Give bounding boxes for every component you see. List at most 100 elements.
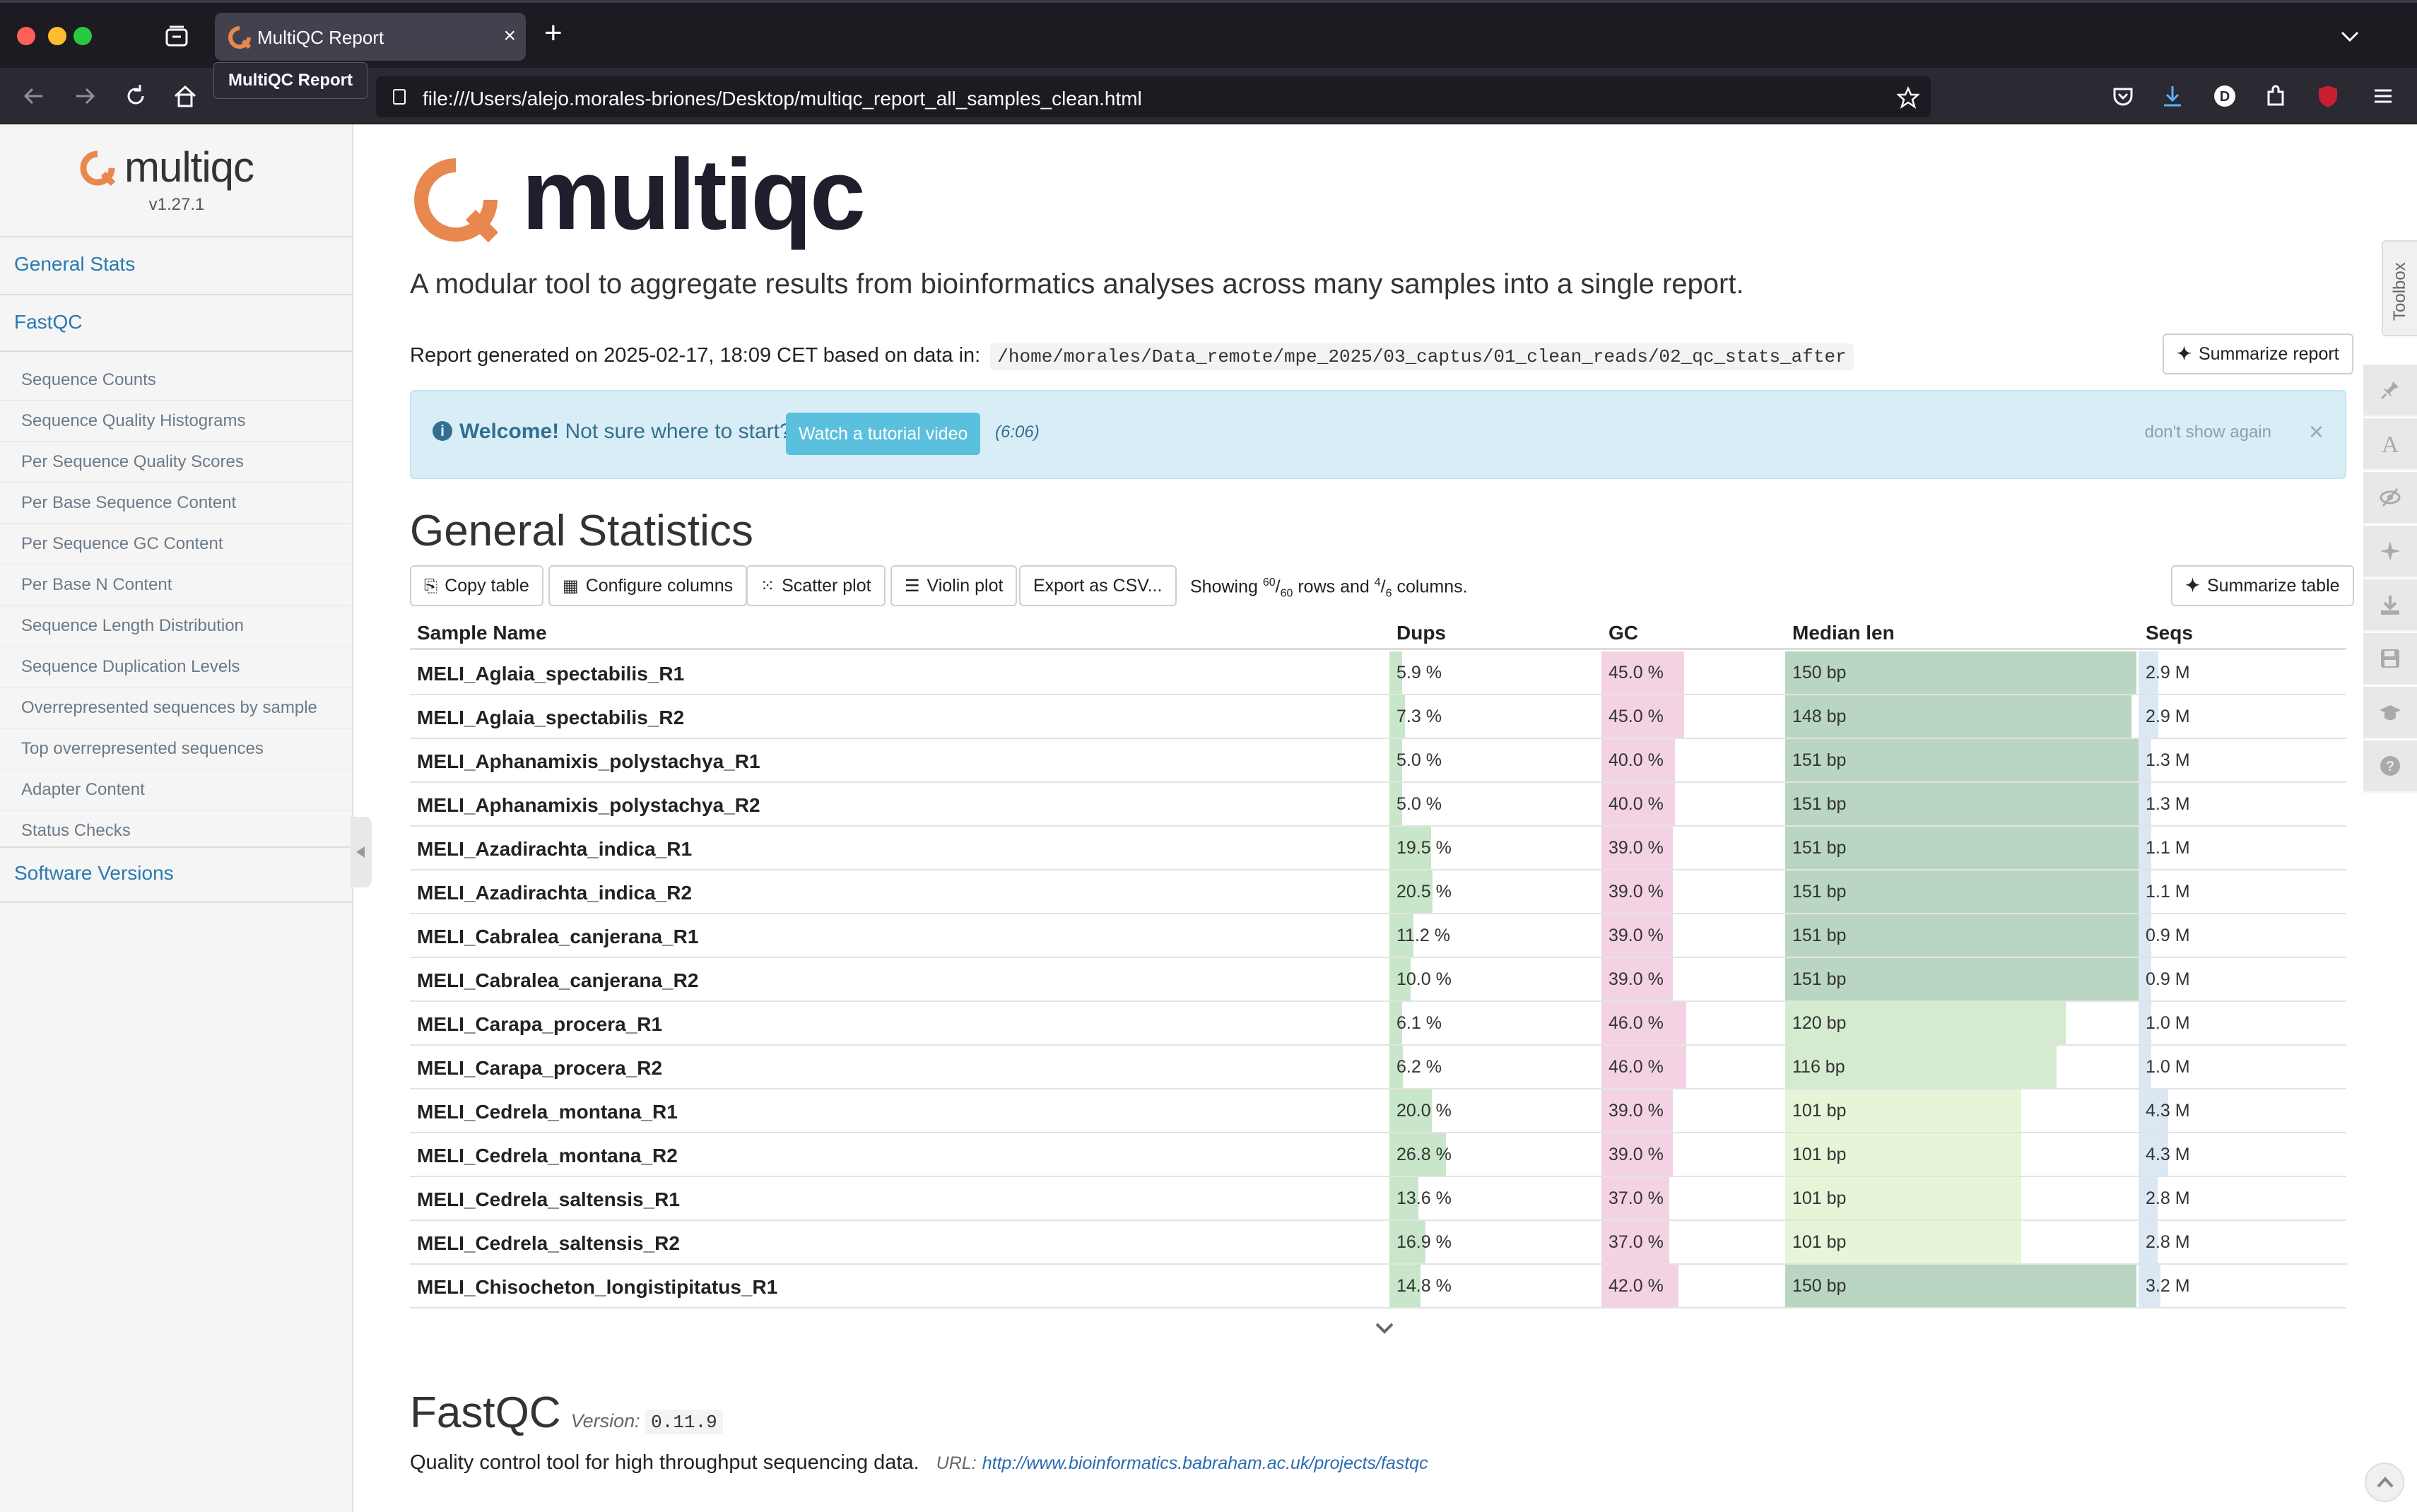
sample-name-cell[interactable]: MELI_Cedrela_montana_R2 (417, 1145, 678, 1167)
tab-overview-icon[interactable] (164, 24, 189, 49)
maximize-window-button[interactable] (73, 27, 92, 45)
help-icon[interactable]: ? (2363, 740, 2417, 793)
ublock-icon[interactable] (2314, 82, 2342, 110)
seqs-value: 2.9 M (2146, 663, 2190, 683)
home-icon[interactable] (171, 82, 199, 110)
sidebar-subitem[interactable]: Top overrepresented sequences (21, 739, 264, 759)
configure-columns-button[interactable]: ▦ Configure columns (548, 565, 748, 606)
sample-name-cell[interactable]: MELI_Aphanamixis_polystachya_R1 (417, 750, 760, 773)
menu-icon[interactable] (2369, 82, 2397, 110)
table-row: MELI_Cabralea_canjerana_R1 11.2 % 39.0 % 15… (410, 914, 2346, 958)
scatter-plot-button[interactable]: ⁙ Scatter plot (746, 565, 886, 606)
sidebar-subitem[interactable]: Per Sequence Quality Scores (21, 452, 244, 472)
forward-icon[interactable] (71, 82, 99, 110)
seqs-value: 0.9 M (2146, 969, 2190, 989)
chevron-down-icon[interactable] (2339, 25, 2360, 47)
copy-table-button[interactable]: ⎘ Copy table (410, 565, 543, 606)
reload-icon[interactable] (122, 82, 150, 110)
len-value: 101 bp (1792, 1101, 1847, 1121)
len-value: 150 bp (1792, 663, 1847, 683)
sample-name-cell[interactable]: MELI_Aglaia_spectabilis_R1 (417, 663, 684, 685)
close-window-button[interactable] (17, 27, 35, 45)
sample-name-cell[interactable]: MELI_Carapa_procera_R1 (417, 1013, 662, 1036)
sample-name-cell[interactable]: MELI_Cedrela_saltensis_R2 (417, 1232, 680, 1255)
sparkle-icon[interactable] (2363, 526, 2417, 578)
sidebar-subitem[interactable]: Status Checks (21, 821, 131, 841)
tutorial-video-button[interactable]: Watch a tutorial video (786, 413, 981, 455)
sidebar-subitem[interactable]: Sequence Duplication Levels (21, 657, 240, 677)
bookmark-star-icon[interactable] (1897, 86, 1919, 109)
sample-name-cell[interactable]: MELI_Chisocheton_longistipitatus_R1 (417, 1276, 777, 1299)
column-header-gc[interactable]: GC (1609, 622, 1638, 644)
pin-icon[interactable] (2363, 365, 2417, 417)
graduation-cap-icon[interactable] (2363, 687, 2417, 739)
sidebar-subitem[interactable]: Adapter Content (21, 780, 145, 800)
dups-value: 6.1 % (1396, 1013, 1442, 1033)
download-icon[interactable] (2363, 579, 2417, 632)
gc-value: 39.0 % (1609, 882, 1664, 902)
back-icon[interactable] (20, 82, 48, 110)
copy-table-label: Copy table (445, 576, 529, 596)
summarize-report-button[interactable]: ✦ Summarize report (2163, 333, 2353, 374)
grid-icon: ▦ (563, 577, 579, 596)
eye-slash-icon[interactable] (2363, 472, 2417, 524)
close-icon[interactable]: × (2309, 417, 2324, 447)
downloads-icon[interactable] (2158, 82, 2187, 110)
fastqc-url-link[interactable]: http://www.bioinformatics.babraham.ac.uk… (982, 1453, 1428, 1473)
sidebar-subitem[interactable]: Overrepresented sequences by sample (21, 698, 317, 718)
sidebar-subitem[interactable]: Sequence Counts (21, 370, 156, 390)
len-cell: 101 bp (1785, 1133, 2139, 1176)
sidebar-subitem[interactable]: Sequence Length Distribution (21, 616, 244, 636)
toolbox-tab[interactable]: Toolbox (2382, 240, 2417, 336)
welcome-text: Welcome! Not sure where to start? (459, 420, 792, 444)
extensions-icon[interactable] (2262, 82, 2290, 110)
summarize-table-button[interactable]: ✦ Summarize table (2171, 565, 2354, 606)
save-icon[interactable] (2363, 633, 2417, 685)
new-tab-icon[interactable]: + (544, 16, 563, 51)
sample-name-cell[interactable]: MELI_Aglaia_spectabilis_R2 (417, 707, 684, 729)
scroll-to-top-button[interactable] (2365, 1463, 2404, 1502)
account-icon[interactable]: D (2211, 82, 2239, 110)
sample-name-cell[interactable]: MELI_Azadirachta_indica_R2 (417, 882, 692, 904)
column-header-median-len[interactable]: Median len (1792, 622, 1895, 644)
gc-value: 46.0 % (1609, 1013, 1664, 1033)
violin-plot-button[interactable]: ☰ Violin plot (890, 565, 1018, 606)
sidebar-subitem[interactable]: Per Base N Content (21, 575, 172, 595)
sample-name-cell[interactable]: MELI_Azadirachta_indica_R1 (417, 838, 692, 861)
sidebar-item-general-stats[interactable]: General Stats (14, 253, 135, 276)
tab-close-icon[interactable]: × (503, 24, 516, 48)
sidebar-item-fastqc[interactable]: FastQC (14, 311, 82, 333)
sample-name-cell[interactable]: MELI_Carapa_procera_R2 (417, 1057, 662, 1080)
column-header-dups[interactable]: Dups (1396, 622, 1446, 644)
sidebar-item-software-versions[interactable]: Software Versions (14, 862, 174, 885)
fastqc-version-label-text: Version: (570, 1410, 640, 1431)
column-header-sample-name[interactable]: Sample Name (417, 622, 547, 644)
copy-icon: ⎘ (424, 577, 438, 596)
dont-show-again-link[interactable]: don't show again (2145, 423, 2271, 442)
sidebar-subitem-divider (0, 564, 353, 565)
url-bar[interactable]: file:///Users/alejo.morales-briones/Desk… (376, 76, 1931, 117)
expand-table-chevron-icon[interactable] (1374, 1321, 1395, 1335)
pocket-icon[interactable] (2109, 82, 2137, 110)
sidebar-subitem[interactable]: Sequence Quality Histograms (21, 411, 245, 431)
sidebar-logo[interactable]: multiqc (78, 143, 276, 191)
sample-name-cell[interactable]: MELI_Cabralea_canjerana_R1 (417, 926, 698, 948)
active-tab[interactable]: MultiQC Report × (215, 13, 526, 61)
gc-cell: 46.0 % (1601, 1046, 1785, 1088)
sidebar-subitem[interactable]: Per Sequence GC Content (21, 534, 223, 554)
seqs-value: 2.8 M (2146, 1188, 2190, 1208)
sample-name-cell[interactable]: MELI_Cabralea_canjerana_R2 (417, 969, 698, 992)
seqs-cell: 4.3 M (2139, 1133, 2346, 1176)
dups-cell: 13.6 % (1389, 1177, 1601, 1219)
minimize-window-button[interactable] (48, 27, 66, 45)
dups-value: 7.3 % (1396, 707, 1442, 726)
sidebar-subitem[interactable]: Per Base Sequence Content (21, 493, 236, 513)
column-header-seqs[interactable]: Seqs (2146, 622, 2193, 644)
export-csv-button[interactable]: Export as CSV... (1019, 565, 1177, 606)
sidebar-collapse-handle[interactable] (351, 817, 372, 887)
sample-name-cell[interactable]: MELI_Aphanamixis_polystachya_R2 (417, 794, 760, 817)
sample-name-cell[interactable]: MELI_Cedrela_montana_R1 (417, 1101, 678, 1123)
fastqc-description: Quality control tool for high throughput… (410, 1451, 919, 1474)
sample-name-cell[interactable]: MELI_Cedrela_saltensis_R1 (417, 1188, 680, 1211)
font-icon[interactable]: A (2363, 418, 2417, 471)
